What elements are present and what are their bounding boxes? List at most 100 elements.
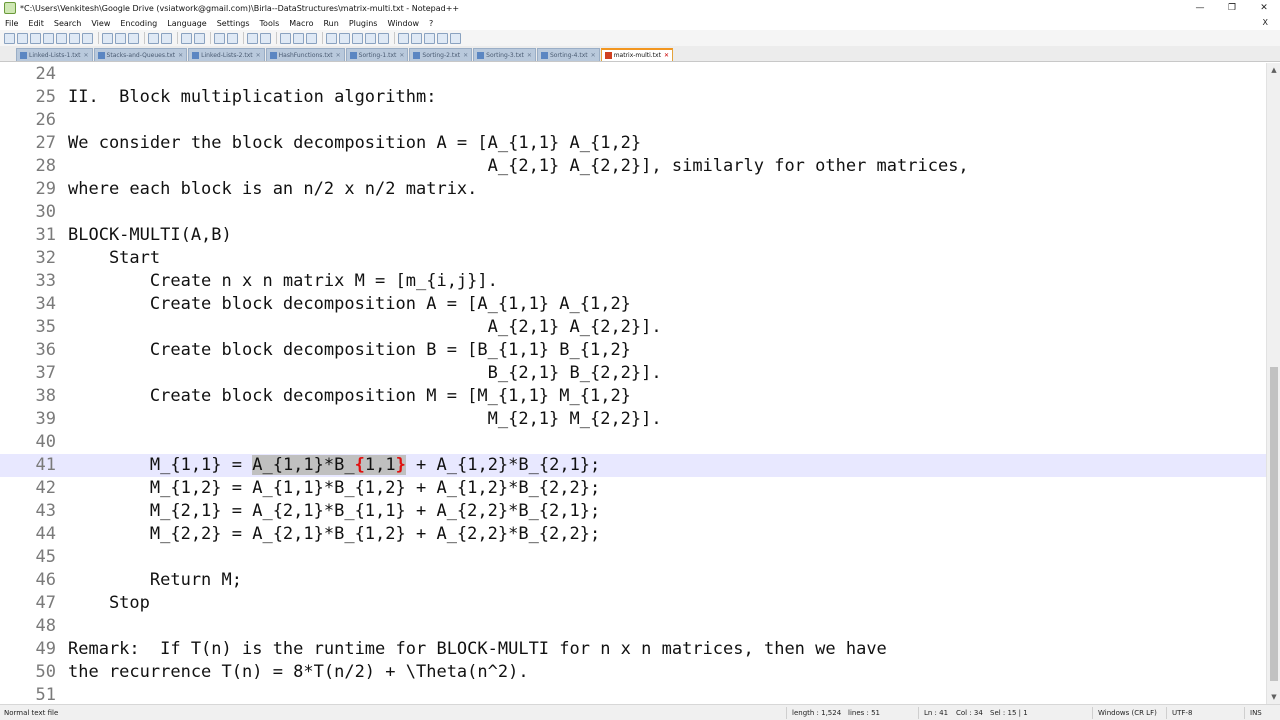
- line-text: We consider the block decomposition A = …: [68, 133, 642, 153]
- document-map-icon[interactable]: [339, 32, 350, 44]
- tab-sorting-2[interactable]: Sorting-2.txt ✕: [409, 48, 473, 61]
- editor-line[interactable]: 45: [0, 546, 1266, 569]
- close-document-button[interactable]: X: [1263, 16, 1268, 30]
- editor-line[interactable]: 50 the recurrence T(n) = 8*T(n/2) + \The…: [0, 661, 1266, 684]
- indent-guide-icon[interactable]: [306, 32, 317, 44]
- scrollbar-thumb[interactable]: [1270, 367, 1278, 681]
- editor-line[interactable]: 36 Create block decomposition B = [B_{1,…: [0, 339, 1266, 362]
- editor-line[interactable]: 40: [0, 431, 1266, 454]
- replace-icon[interactable]: [194, 32, 205, 44]
- run-macro-multiple-icon[interactable]: [437, 32, 448, 44]
- play-macro-icon[interactable]: [424, 32, 435, 44]
- tab-matrix-multi[interactable]: matrix-multi.txt ✕: [600, 48, 673, 61]
- zoom-in-icon[interactable]: [214, 32, 225, 44]
- editor-line[interactable]: 25 II. Block multiplication algorithm:: [0, 86, 1266, 109]
- show-all-characters-icon[interactable]: [293, 32, 304, 44]
- user-defined-language-icon[interactable]: [326, 32, 337, 44]
- close-button[interactable]: ✕: [1248, 0, 1280, 16]
- editor-line[interactable]: 51: [0, 684, 1266, 704]
- menu-file[interactable]: File: [0, 19, 23, 28]
- editor-line[interactable]: 35 A_{2,1} A_{2,2}].: [0, 316, 1266, 339]
- sync-horizontal-icon[interactable]: [260, 32, 271, 44]
- editor-line[interactable]: 37 B_{2,1} B_{2,2}].: [0, 362, 1266, 385]
- tab-close-icon[interactable]: ✕: [591, 52, 596, 59]
- editor-line[interactable]: 43 M_{2,1} = A_{2,1}*B_{1,1} + A_{2,2}*B…: [0, 500, 1266, 523]
- save-all-icon[interactable]: [43, 32, 54, 44]
- menu-run[interactable]: Run: [318, 19, 343, 28]
- editor-line[interactable]: 34 Create block decomposition A = [A_{1,…: [0, 293, 1266, 316]
- menu-language[interactable]: Language: [162, 19, 211, 28]
- editor-line[interactable]: 39 M_{2,1} M_{2,2}].: [0, 408, 1266, 431]
- cut-icon[interactable]: [102, 32, 113, 44]
- tab-stacks-and-queues[interactable]: Stacks-and-Queues.txt ✕: [93, 48, 188, 61]
- editor-line[interactable]: 44 M_{2,2} = A_{2,1}*B_{1,2} + A_{2,2}*B…: [0, 523, 1266, 546]
- find-icon[interactable]: [181, 32, 192, 44]
- folder-workspace-icon[interactable]: [365, 32, 376, 44]
- menu-edit[interactable]: Edit: [23, 19, 49, 28]
- stop-macro-icon[interactable]: [411, 32, 422, 44]
- editor-line[interactable]: 48: [0, 615, 1266, 638]
- menu-encoding[interactable]: Encoding: [115, 19, 162, 28]
- editor-current-line[interactable]: 41 M_{1,1} = A_{1,1}*B_{1,1} + A_{1,2}*B…: [0, 454, 1266, 477]
- tab-close-icon[interactable]: ✕: [84, 52, 89, 59]
- editor-line[interactable]: 49 Remark: If T(n) is the runtime for BL…: [0, 638, 1266, 661]
- vertical-scrollbar[interactable]: ▲ ▼: [1266, 63, 1280, 704]
- scroll-up-icon[interactable]: ▲: [1267, 63, 1280, 77]
- tab-sorting-1[interactable]: Sorting-1.txt ✕: [345, 48, 409, 61]
- editor-line[interactable]: 33 Create n x n matrix M = [m_{i,j}].: [0, 270, 1266, 293]
- function-list-icon[interactable]: [352, 32, 363, 44]
- paste-icon[interactable]: [128, 32, 139, 44]
- tab-close-icon[interactable]: ✕: [256, 52, 261, 59]
- tab-linked-lists-2[interactable]: Linked-Lists-2.txt ✕: [188, 48, 265, 61]
- sync-vertical-icon[interactable]: [247, 32, 258, 44]
- save-macro-icon[interactable]: [450, 32, 461, 44]
- editor-line[interactable]: 47 Stop: [0, 592, 1266, 615]
- editor-line[interactable]: 24: [0, 63, 1266, 86]
- save-icon[interactable]: [30, 32, 41, 44]
- monitoring-icon[interactable]: [378, 32, 389, 44]
- maximize-button[interactable]: ❐: [1216, 0, 1248, 16]
- tab-close-icon[interactable]: ✕: [178, 52, 183, 59]
- menu-search[interactable]: Search: [49, 19, 86, 28]
- editor-line[interactable]: 38 Create block decomposition M = [M_{1,…: [0, 385, 1266, 408]
- menu-window[interactable]: Window: [382, 19, 424, 28]
- tab-close-icon[interactable]: ✕: [664, 52, 669, 59]
- editor-line[interactable]: 26: [0, 109, 1266, 132]
- editor-line[interactable]: 42 M_{1,2} = A_{1,1}*B_{1,2} + A_{1,2}*B…: [0, 477, 1266, 500]
- editor-line[interactable]: 46 Return M;: [0, 569, 1266, 592]
- tab-sorting-4[interactable]: Sorting-4.txt ✕: [536, 48, 600, 61]
- zoom-out-icon[interactable]: [227, 32, 238, 44]
- word-wrap-icon[interactable]: [280, 32, 291, 44]
- open-file-icon[interactable]: [17, 32, 28, 44]
- tab-close-icon[interactable]: ✕: [399, 52, 404, 59]
- editor-line[interactable]: 29 where each block is an n/2 x n/2 matr…: [0, 178, 1266, 201]
- minimize-button[interactable]: —: [1184, 0, 1216, 16]
- close-file-icon[interactable]: [56, 32, 67, 44]
- text-editor[interactable]: 24 25 II. Block multiplication algorithm…: [0, 63, 1266, 704]
- editor-line[interactable]: 27 We consider the block decomposition A…: [0, 132, 1266, 155]
- editor-line[interactable]: 30: [0, 201, 1266, 224]
- menu-help[interactable]: ?: [424, 19, 438, 28]
- tab-close-icon[interactable]: ✕: [336, 52, 341, 59]
- scroll-down-icon[interactable]: ▼: [1267, 690, 1280, 704]
- menu-tools[interactable]: Tools: [255, 19, 285, 28]
- menu-macro[interactable]: Macro: [284, 19, 318, 28]
- close-all-icon[interactable]: [69, 32, 80, 44]
- menu-plugins[interactable]: Plugins: [344, 19, 383, 28]
- tab-close-icon[interactable]: ✕: [463, 52, 468, 59]
- tab-hash-functions[interactable]: HashFunctions.txt ✕: [265, 48, 345, 61]
- new-file-icon[interactable]: [4, 32, 15, 44]
- print-icon[interactable]: [82, 32, 93, 44]
- editor-line[interactable]: 31 BLOCK-MULTI(A,B): [0, 224, 1266, 247]
- editor-line[interactable]: 32 Start: [0, 247, 1266, 270]
- menu-view[interactable]: View: [86, 19, 115, 28]
- tab-close-icon[interactable]: ✕: [527, 52, 532, 59]
- tab-linked-lists-1[interactable]: Linked-Lists-1.txt ✕: [16, 48, 93, 61]
- undo-icon[interactable]: [148, 32, 159, 44]
- redo-icon[interactable]: [161, 32, 172, 44]
- record-macro-icon[interactable]: [398, 32, 409, 44]
- copy-icon[interactable]: [115, 32, 126, 44]
- editor-line[interactable]: 28 A_{2,1} A_{2,2}], similarly for other…: [0, 155, 1266, 178]
- menu-settings[interactable]: Settings: [212, 19, 255, 28]
- tab-sorting-3[interactable]: Sorting-3.txt ✕: [473, 48, 536, 61]
